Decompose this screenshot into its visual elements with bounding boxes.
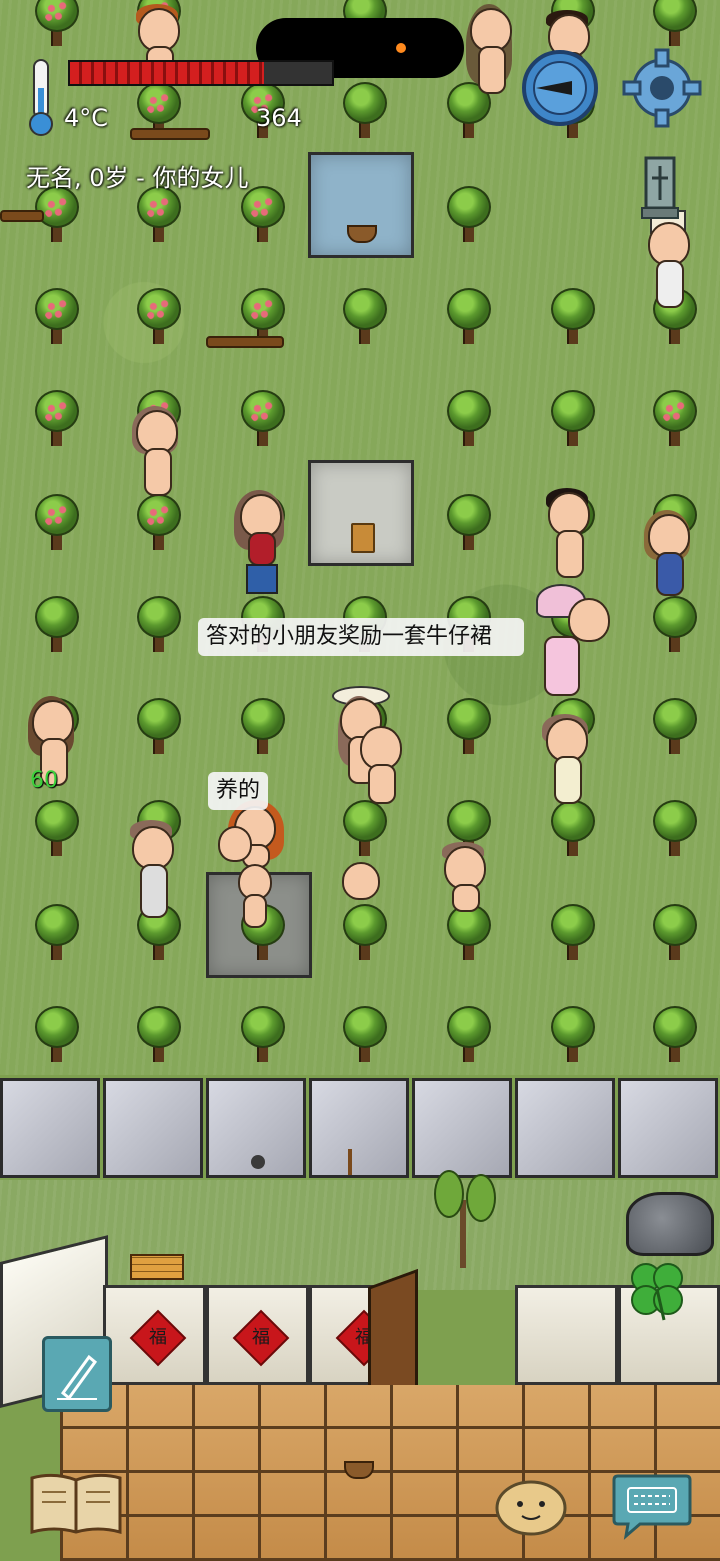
food-meter (68, 60, 334, 86)
tree[interactable] (134, 494, 181, 552)
tree[interactable] (650, 698, 697, 756)
tree[interactable] (340, 904, 387, 962)
tree[interactable] (444, 186, 491, 244)
plaster-wall[interactable] (515, 1285, 618, 1385)
tree[interactable] (548, 1006, 595, 1064)
plaster-wall[interactable]: 福 (206, 1285, 309, 1385)
flagstone-tile[interactable] (308, 460, 414, 566)
clover-icon[interactable] (624, 1256, 690, 1322)
tech-tree-icon[interactable] (638, 156, 682, 220)
plank-pile-item[interactable] (130, 1254, 184, 1280)
tree[interactable] (32, 494, 79, 552)
stone-wall-block[interactable] (618, 1078, 718, 1178)
compass-icon[interactable] (520, 48, 600, 128)
tree[interactable] (650, 1006, 697, 1064)
fu-decoration: 福 (232, 1309, 290, 1367)
stick-item[interactable] (348, 1149, 352, 1175)
thermometer-icon (26, 58, 56, 138)
speech-bubble: 养的 (208, 772, 269, 810)
book-icon[interactable] (28, 1470, 124, 1536)
fu-decoration: 福 (129, 1309, 187, 1367)
tree[interactable] (444, 904, 491, 962)
player-name-age: 无名, 0岁 - 你的女儿 (26, 164, 249, 192)
tree[interactable] (650, 800, 697, 858)
rock-pile[interactable] (626, 1192, 714, 1256)
stone-wall-block[interactable] (515, 1078, 615, 1178)
speech-bubble: 答对的小朋友奖励一套牛仔裙 (198, 618, 524, 656)
keyboard-chat-icon[interactable] (610, 1470, 694, 1540)
pencil-icon (57, 1354, 98, 1401)
clay-bowl-item[interactable] (347, 225, 377, 243)
clay-bowl-item[interactable] (344, 1461, 374, 1479)
tree[interactable] (444, 288, 491, 346)
tree[interactable] (444, 390, 491, 448)
tree[interactable] (134, 288, 181, 346)
plaster-wall[interactable]: 福 (103, 1285, 206, 1385)
tree[interactable] (238, 1006, 285, 1064)
game-world[interactable]: 答对的小朋友奖励一套牛仔裙 养的 60 福 福 福 (0, 0, 720, 1561)
tree[interactable] (134, 698, 181, 756)
tree[interactable] (238, 698, 285, 756)
tree[interactable] (32, 904, 79, 962)
tree[interactable] (32, 596, 79, 654)
tree[interactable] (134, 1006, 181, 1064)
tree[interactable] (548, 288, 595, 346)
tree[interactable] (444, 698, 491, 756)
tree[interactable] (238, 186, 285, 244)
tree[interactable] (238, 390, 285, 448)
branch-item[interactable] (206, 336, 284, 348)
food-count: 364 (256, 104, 302, 132)
grass-strip[interactable] (0, 1180, 720, 1290)
tree[interactable] (134, 186, 181, 244)
gear-icon[interactable] (622, 48, 702, 128)
plaster-wall[interactable]: 福 (309, 1268, 418, 1410)
stone-wall-block[interactable] (0, 1078, 100, 1178)
stone-wall-block[interactable] (206, 1078, 306, 1178)
sapling-plant[interactable] (428, 1160, 498, 1268)
tree[interactable] (32, 0, 79, 48)
tree[interactable] (650, 390, 697, 448)
tree[interactable] (340, 800, 387, 858)
tree[interactable] (340, 1006, 387, 1064)
tree[interactable] (444, 494, 491, 552)
tree[interactable] (548, 390, 595, 448)
tree[interactable] (650, 904, 697, 962)
age-marker-number: 60 (30, 768, 58, 793)
tree[interactable] (340, 288, 387, 346)
tree[interactable] (548, 800, 595, 858)
water-pond-tile[interactable] (308, 152, 414, 258)
tree[interactable] (650, 0, 697, 48)
stone-wall-block[interactable] (309, 1078, 409, 1178)
wooden-bucket-item[interactable] (351, 523, 375, 553)
tree[interactable] (32, 390, 79, 448)
tree[interactable] (32, 800, 79, 858)
pencil-note-button[interactable] (42, 1336, 112, 1412)
stone-wall-block[interactable] (103, 1078, 203, 1178)
tree[interactable] (650, 596, 697, 654)
tree[interactable] (32, 1006, 79, 1064)
emote-face-icon[interactable] (494, 1474, 568, 1536)
food-meter-fill (70, 62, 264, 84)
round-stone-item[interactable] (251, 1155, 265, 1169)
temperature-readout: 4°C (64, 104, 109, 132)
tree[interactable] (32, 288, 79, 346)
branch-item[interactable] (0, 210, 44, 222)
tree[interactable] (548, 904, 595, 962)
tree[interactable] (134, 596, 181, 654)
branch-item[interactable] (130, 128, 210, 140)
tree[interactable] (444, 1006, 491, 1064)
tree[interactable] (340, 82, 387, 140)
